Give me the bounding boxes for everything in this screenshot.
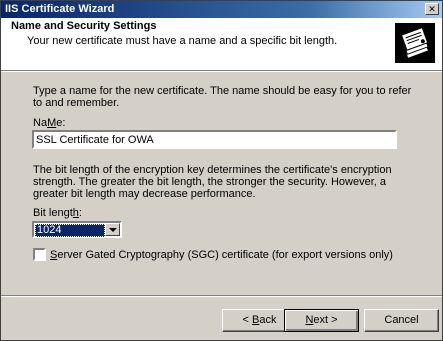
next-button[interactable]: Next >	[284, 309, 359, 332]
wizard-window: IIS Certificate Wizard ✕ Name and Securi…	[0, 0, 443, 341]
page-subtitle: Your new certificate must have a name an…	[27, 35, 338, 47]
sgc-checkbox-label[interactable]: Server Gated Cryptography (SGC) certific…	[50, 249, 393, 261]
intro-text: Type a name for the new certificate. The…	[33, 85, 412, 109]
name-label-rest: e:	[56, 117, 66, 129]
bit-length-value: 1024	[35, 224, 105, 237]
title-bar[interactable]: IIS Certificate Wizard ✕	[1, 1, 442, 18]
sgc-checkbox[interactable]	[33, 248, 46, 261]
wizard-header: Name and Security Settings Your new cert…	[1, 18, 442, 70]
bit-length-select[interactable]: 1024	[32, 221, 122, 238]
window-title: IIS Certificate Wizard	[5, 3, 115, 15]
bit-label-rest: :	[78, 207, 82, 219]
next-label-rest: ext >	[313, 314, 338, 326]
chevron-down-icon[interactable]	[105, 223, 120, 236]
page-title: Name and Security Settings	[11, 20, 157, 32]
close-button[interactable]: ✕	[425, 3, 439, 15]
header-divider	[1, 70, 442, 72]
certificate-stack-icon	[395, 23, 435, 63]
cancel-button[interactable]: Cancel	[364, 309, 439, 332]
close-icon: ✕	[428, 4, 436, 14]
certificate-name-input[interactable]	[32, 130, 397, 149]
name-label-mnemonic: M	[47, 117, 57, 129]
back-label-prefix: <	[242, 314, 252, 326]
sgc-label-rest: erver Gated Cryptography (SGC) certifica…	[57, 249, 393, 261]
bit-length-description: The bit length of the encryption key det…	[33, 164, 392, 200]
back-label-rest: ack	[259, 314, 277, 326]
bit-length-label: Bit length:	[33, 207, 82, 219]
name-label: NaMe:	[33, 117, 65, 129]
name-label-prefix: Na	[33, 117, 48, 129]
bit-label-prefix: Bit lengt	[33, 207, 73, 219]
footer-divider	[1, 295, 442, 297]
